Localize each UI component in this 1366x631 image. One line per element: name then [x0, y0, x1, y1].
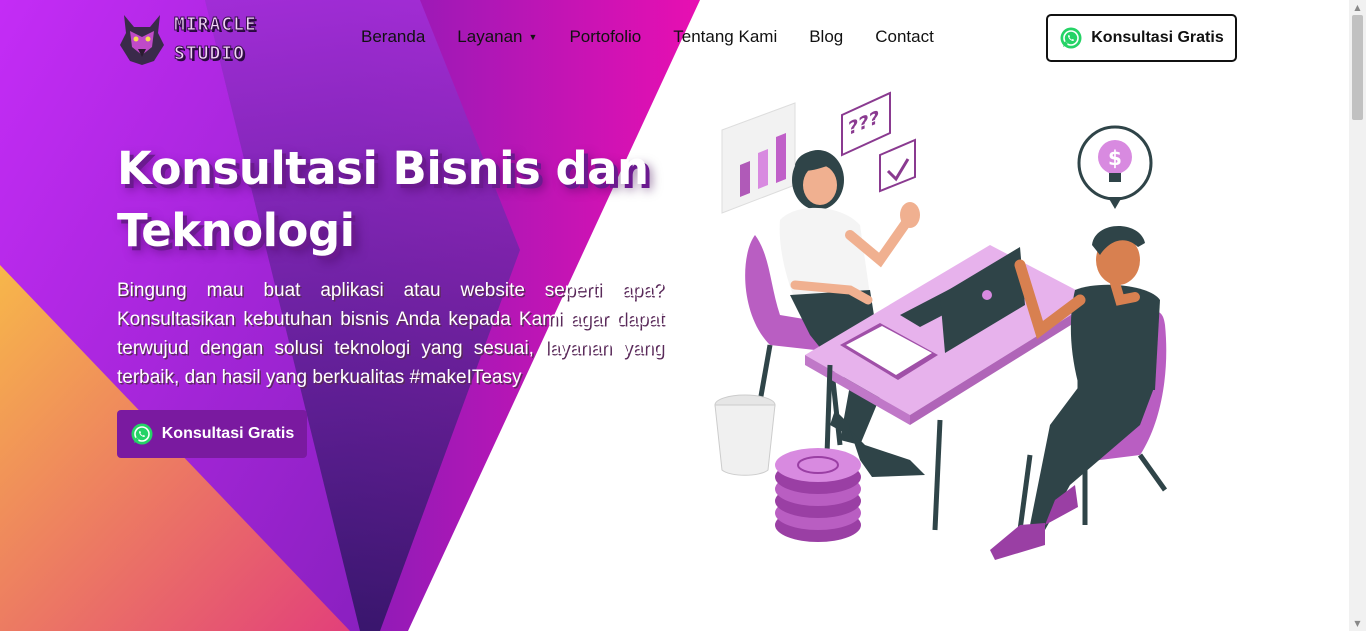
whatsapp-icon — [131, 423, 153, 445]
nav-links: Beranda Layanan ▼ Portofolio Tentang Kami… — [361, 27, 966, 47]
trash-bin — [714, 394, 776, 476]
hero-konsultasi-button[interactable]: Konsultasi Gratis — [117, 410, 307, 458]
scroll-up-arrow-icon[interactable]: ▲ — [1349, 0, 1366, 15]
vertical-scrollbar[interactable]: ▲ ▼ — [1349, 0, 1366, 631]
hero-section: Konsultasi Bisnis dan Teknologi Bingung … — [117, 138, 664, 458]
coin-stack — [775, 448, 861, 542]
nav-item-portofolio[interactable]: Portofolio — [569, 27, 641, 47]
hero-button-label: Konsultasi Gratis — [161, 425, 295, 442]
scroll-down-arrow-icon[interactable]: ▼ — [1349, 616, 1366, 631]
nav-item-layanan-label: Layanan — [457, 27, 523, 46]
nav-item-contact[interactable]: Contact — [875, 27, 934, 47]
question-bubble: ??? — [841, 91, 891, 157]
nav-item-beranda[interactable]: Beranda — [361, 27, 425, 47]
brand-name-line2: STUDIO — [174, 43, 246, 65]
idea-bulb-bubble: $ — [1077, 125, 1153, 209]
nav-konsultasi-label: Konsultasi Gratis — [1091, 29, 1224, 46]
business-consultation-illustration: ??? $ — [714, 91, 1168, 560]
brand-logo[interactable]: MIRACLE STUDIO — [118, 10, 257, 68]
hero-description: Bingung mau buat aplikasi atau website s… — [117, 280, 664, 388]
nav-item-tentang-kami[interactable]: Tentang Kami — [673, 27, 777, 47]
navbar: MIRACLE STUDIO Beranda Layanan ▼ Portofol… — [0, 0, 1349, 76]
nav-item-blog[interactable]: Blog — [809, 27, 843, 47]
scrollbar-thumb[interactable] — [1352, 15, 1363, 120]
hero-title: Konsultasi Bisnis dan Teknologi — [117, 142, 649, 257]
whatsapp-icon — [1060, 27, 1082, 49]
brand-name-line1: MIRACLE — [174, 14, 257, 36]
nav-item-layanan[interactable]: Layanan ▼ — [457, 27, 537, 47]
nav-konsultasi-button[interactable]: Konsultasi Gratis — [1046, 14, 1237, 62]
brand-name: MIRACLE STUDIO — [174, 10, 257, 68]
caret-down-icon: ▼ — [528, 32, 538, 42]
bar-chart-board — [721, 102, 796, 214]
dollar-sign: $ — [1108, 146, 1122, 170]
wolf-logo-icon — [120, 15, 164, 65]
check-bubble — [879, 138, 916, 193]
